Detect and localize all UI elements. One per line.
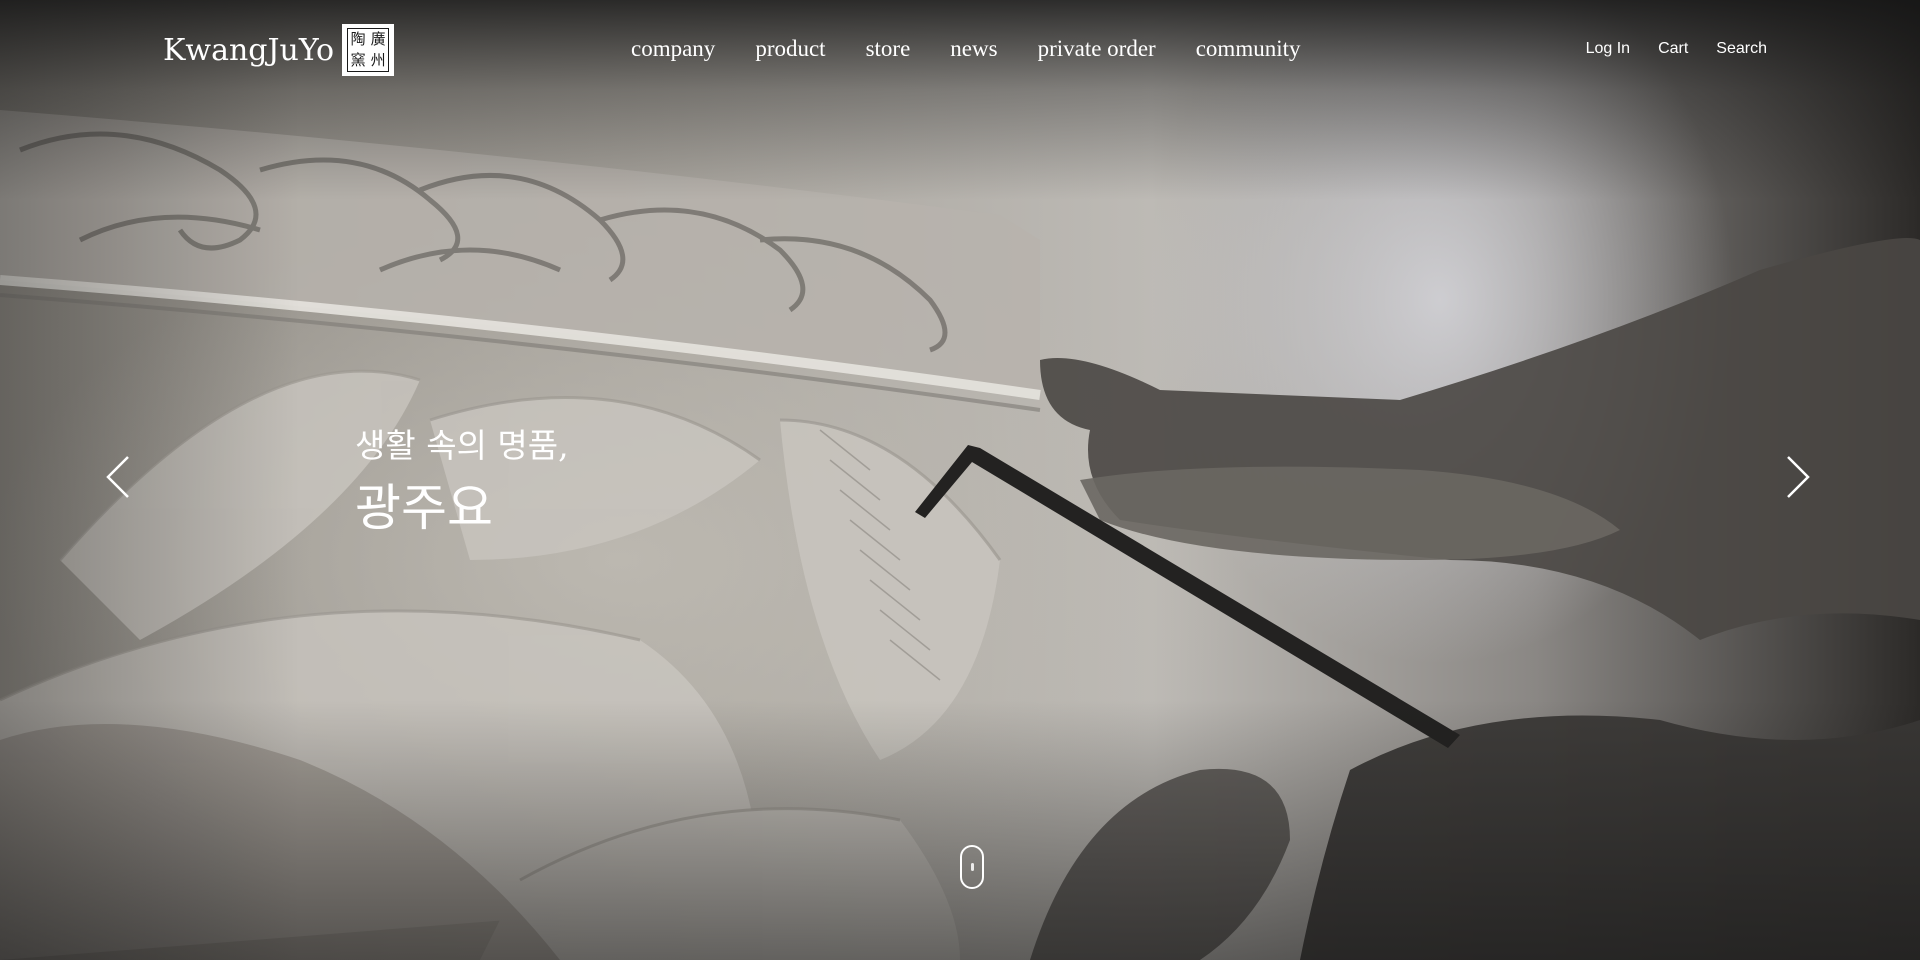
seal-char-4: 州 xyxy=(370,51,386,69)
chevron-right-icon xyxy=(1787,456,1810,498)
hero-title: 광주요 xyxy=(355,479,493,537)
scroll-wheel xyxy=(971,863,974,871)
seal-char-3: 窯 xyxy=(350,51,366,69)
hero-overlay xyxy=(0,0,1920,960)
cart-link[interactable]: Cart xyxy=(1658,40,1688,58)
nav-item-news[interactable]: news xyxy=(950,36,997,62)
hero-tagline: 생활 속의 명품, xyxy=(355,426,569,465)
brand-seal-icon: 陶 廣 窯 州 xyxy=(342,24,395,76)
site-header: KwangJuYo 陶 廣 窯 州 company product store … xyxy=(0,0,1920,100)
main-navigation: company product store news private order… xyxy=(631,36,1301,62)
nav-item-company[interactable]: company xyxy=(631,36,715,62)
seal-char-2: 廣 xyxy=(370,30,386,48)
search-link[interactable]: Search xyxy=(1716,40,1767,58)
login-link[interactable]: Log In xyxy=(1586,40,1630,58)
hero-slide-image xyxy=(0,0,1920,960)
nav-item-community[interactable]: community xyxy=(1196,36,1301,62)
slider-next-button[interactable] xyxy=(1778,452,1818,502)
nav-item-product[interactable]: product xyxy=(755,36,825,62)
utility-navigation: Log In Cart Search xyxy=(1586,40,1767,58)
hero-caption: 생활 속의 명품, 광주요 xyxy=(355,424,569,540)
nav-item-store[interactable]: store xyxy=(866,36,911,62)
mouse-scroll-icon[interactable] xyxy=(960,845,984,889)
brand-wordmark: KwangJuYo xyxy=(163,32,335,68)
nav-item-private-order[interactable]: private order xyxy=(1038,36,1156,62)
seal-char-1: 陶 xyxy=(350,30,366,48)
brand-logo[interactable]: KwangJuYo 陶 廣 窯 州 xyxy=(163,22,395,78)
chevron-left-icon xyxy=(106,456,129,498)
slider-prev-button[interactable] xyxy=(98,452,138,502)
